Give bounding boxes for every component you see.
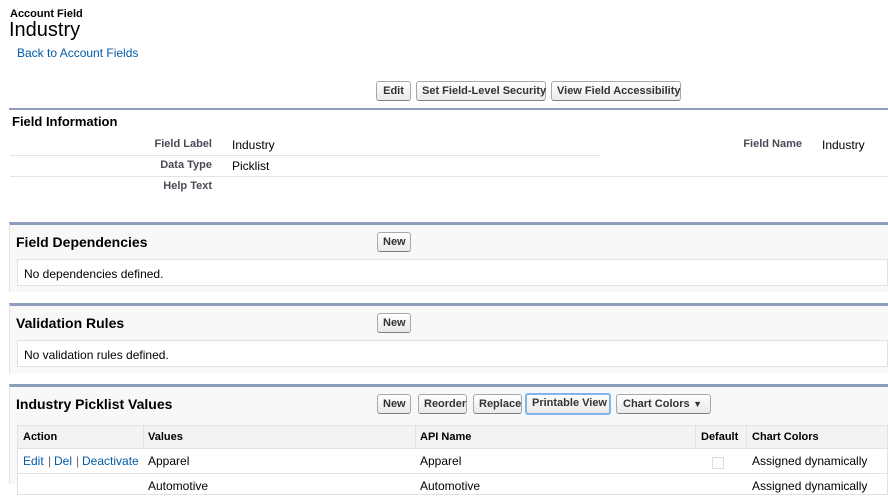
picklist-api-name: Automotive [420, 479, 481, 493]
column-divider [415, 426, 416, 448]
field-information-divider [9, 108, 888, 110]
picklist-values-title: Industry Picklist Values [16, 396, 173, 412]
edit-link[interactable]: Edit [23, 454, 44, 468]
default-checkbox [712, 457, 724, 469]
table-row: Automotive Automotive Assigned dynamical… [18, 474, 887, 498]
field-dependencies-section: Field Dependencies New No dependencies d… [9, 222, 888, 292]
new-picklist-value-button[interactable]: New [377, 394, 411, 414]
validation-rules-section: Validation Rules New No validation rules… [9, 303, 888, 373]
validation-rules-body: No validation rules defined. [17, 340, 888, 367]
chart-color-value: Assigned dynamically [752, 454, 868, 468]
set-field-level-security-button[interactable]: Set Field-Level Security [416, 81, 546, 101]
picklist-values-table: Action Values API Name Default Chart Col… [17, 425, 888, 495]
column-header-chart-colors: Chart Colors [752, 431, 819, 443]
chart-colors-label: Chart Colors [623, 398, 690, 410]
data-type-value: Picklist [232, 159, 270, 173]
field-dependencies-title: Field Dependencies [16, 234, 148, 250]
picklist-value: Automotive [148, 479, 209, 493]
action-separator: | [76, 454, 80, 468]
field-name-label: Field Name [743, 138, 802, 150]
column-header-default: Default [701, 431, 739, 443]
picklist-value: Apparel [148, 454, 190, 468]
printable-view-button[interactable]: Printable View [525, 393, 611, 415]
field-info-row-divider [10, 176, 888, 177]
delete-link[interactable]: Del [54, 454, 72, 468]
column-divider [143, 426, 144, 448]
table-row: Edit | Del | Deactivate Apparel Apparel … [18, 449, 887, 474]
picklist-api-name: Apparel [420, 454, 462, 468]
field-name-value: Industry [822, 138, 865, 152]
no-validation-rules-text: No validation rules defined. [24, 348, 169, 362]
back-to-account-fields-link[interactable]: Back to Account Fields [17, 46, 138, 60]
reorder-button[interactable]: Reorder [418, 394, 467, 414]
new-validation-rule-button[interactable]: New [377, 313, 411, 333]
edit-button[interactable]: Edit [376, 81, 411, 101]
page-title: Industry [9, 19, 81, 41]
chart-color-value: Assigned dynamically [752, 479, 868, 493]
deactivate-link[interactable]: Deactivate [82, 454, 139, 468]
field-label-label: Field Label [154, 138, 212, 150]
help-text-label: Help Text [163, 180, 212, 192]
no-dependencies-text: No dependencies defined. [24, 267, 164, 281]
field-info-row-divider [10, 155, 600, 156]
column-header-action: Action [23, 431, 58, 443]
replace-button[interactable]: Replace [473, 394, 522, 414]
chart-colors-dropdown[interactable]: Chart Colors ▼ [616, 394, 711, 414]
picklist-values-section: Industry Picklist Values New Reorder Rep… [9, 384, 888, 495]
data-type-label: Data Type [160, 159, 212, 171]
column-header-values: Values [148, 431, 183, 443]
view-field-accessibility-button[interactable]: View Field Accessibility [551, 81, 681, 101]
field-label-value: Industry [232, 138, 275, 152]
column-divider [695, 426, 696, 448]
action-separator: | [48, 454, 52, 468]
column-header-api-name: API Name [420, 431, 472, 443]
field-dependencies-body: No dependencies defined. [17, 259, 888, 286]
column-divider [746, 426, 747, 448]
validation-rules-title: Validation Rules [16, 315, 125, 331]
caret-down-icon: ▼ [693, 399, 702, 409]
table-header: Action Values API Name Default Chart Col… [18, 426, 887, 449]
field-information-title: Field Information [12, 114, 118, 129]
new-field-dependency-button[interactable]: New [377, 232, 411, 252]
